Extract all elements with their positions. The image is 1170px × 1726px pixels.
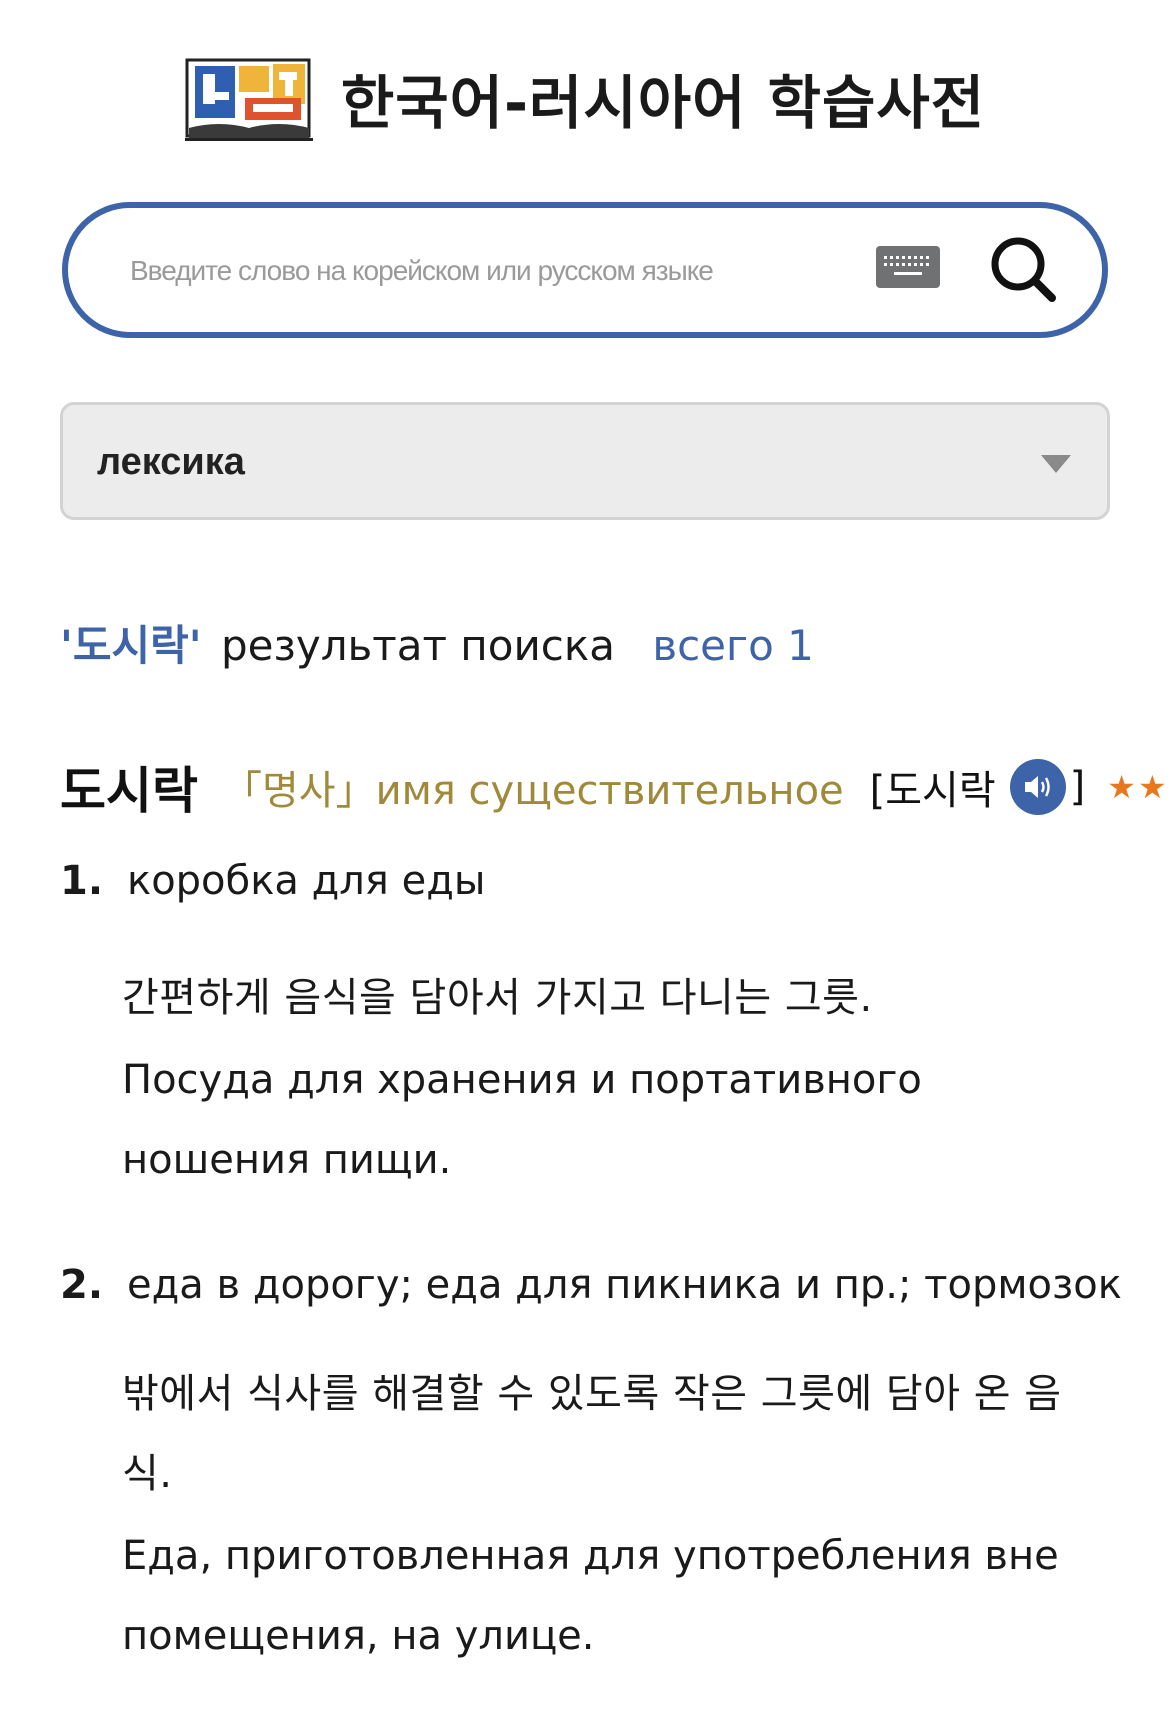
sense-2-russian-definition: Еда, приготовленная для употребления вне…: [122, 1533, 1059, 1659]
site-title: 한국어-러시아어 학습사전: [340, 69, 986, 137]
pronunciation-text: [도시락: [869, 768, 996, 814]
sense-number: 2.: [60, 1262, 104, 1308]
sense-2-korean-definition: 밖에서 식사를 해결할 수 있도록 작은 그릇에 담아 온 음식.: [122, 1371, 1062, 1497]
dictionary-logo-icon[interactable]: [184, 54, 317, 142]
sense-translation: еда в дорогу; еда для пикника и пр.; тор…: [127, 1262, 1122, 1308]
result-summary: '도시락' результат поиска всего 1: [60, 612, 814, 673]
pronunciation-close: ]: [1069, 764, 1086, 810]
pronunciation: [도시락 ]: [869, 758, 1086, 816]
part-of-speech: 「명사」имя существительное: [222, 768, 844, 814]
search-icon[interactable]: [982, 228, 1066, 312]
speaker-icon[interactable]: [1009, 759, 1066, 815]
sense-1-korean-definition: 간편하게 음식을 담아서 가지고 다니는 그릇.: [122, 975, 873, 1021]
entry-header: 도시락 「명사」имя существительное [도시락 ] ★★: [60, 752, 1169, 822]
search-bar: [62, 202, 1108, 338]
result-total-count: всего 1: [652, 621, 814, 670]
search-input[interactable]: [128, 236, 892, 306]
sense-translation: коробка для еды: [127, 858, 486, 904]
keyboard-icon[interactable]: [876, 246, 940, 288]
entry-headword[interactable]: 도시락: [60, 751, 198, 823]
category-select[interactable]: лексика: [60, 402, 1110, 520]
chevron-down-icon: [1041, 455, 1071, 473]
importance-stars: ★★: [1107, 768, 1169, 806]
sense-1-heading: 1. коробка для еды: [60, 858, 485, 904]
sense-1-russian-definition: Посуда для хранения и портативного ношен…: [122, 1057, 922, 1183]
site-header: 한국어-러시아어 학습사전: [0, 48, 1170, 148]
sense-number: 1.: [60, 858, 104, 904]
sense-2-heading: 2. еда в дорогу; еда для пикника и пр.; т…: [60, 1262, 1122, 1308]
category-selected-value: лексика: [97, 441, 245, 483]
search-query-term: '도시락': [60, 621, 202, 670]
result-summary-label: результат поиска: [221, 621, 615, 670]
